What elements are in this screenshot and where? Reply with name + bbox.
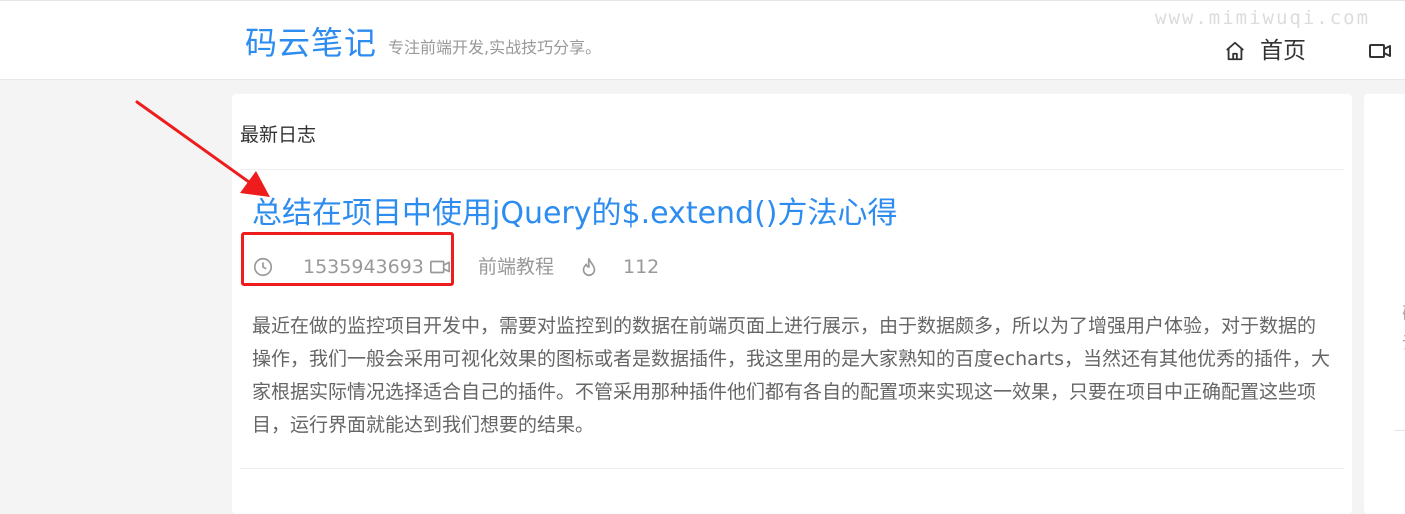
sidebar-peek: 确 说 (1364, 94, 1405, 514)
nav-home-label: 首页 (1260, 38, 1306, 64)
nav-home-link[interactable]: 首页 (1224, 35, 1306, 67)
article-divider (240, 468, 1344, 469)
site-logo[interactable]: 码云笔记 (245, 23, 377, 63)
site-header: 码云笔记 专注前端开发,实战技巧分享。 www.mimiwuqi.com 首页 (0, 0, 1405, 80)
video-icon[interactable] (1368, 39, 1392, 63)
home-icon (1226, 41, 1244, 61)
article-excerpt: 最近在做的监控项目开发中，需要对监控到的数据在前端页面上进行展示，由于数据颇多，… (252, 315, 1330, 436)
annotation-arrow (135, 100, 270, 197)
post-category: 前端教程 (478, 256, 555, 278)
sidebar-divider (1394, 430, 1405, 431)
latest-posts-panel: 最新日志 总结在项目中使用jQuery的$.extend()方法心得 15359… (232, 94, 1352, 514)
watermark: www.mimiwuqi.com (1155, 7, 1371, 29)
article-title-link[interactable]: 总结在项目中使用jQuery的$.extend()方法心得 (252, 194, 898, 234)
post-views: 112 (623, 256, 660, 278)
section-divider (240, 169, 1344, 170)
fire-icon (582, 257, 596, 276)
meta-views: 112 (578, 252, 659, 282)
annotation-highlight-box (241, 232, 454, 286)
site-tagline: 专注前端开发,实战技巧分享。 (388, 38, 602, 57)
